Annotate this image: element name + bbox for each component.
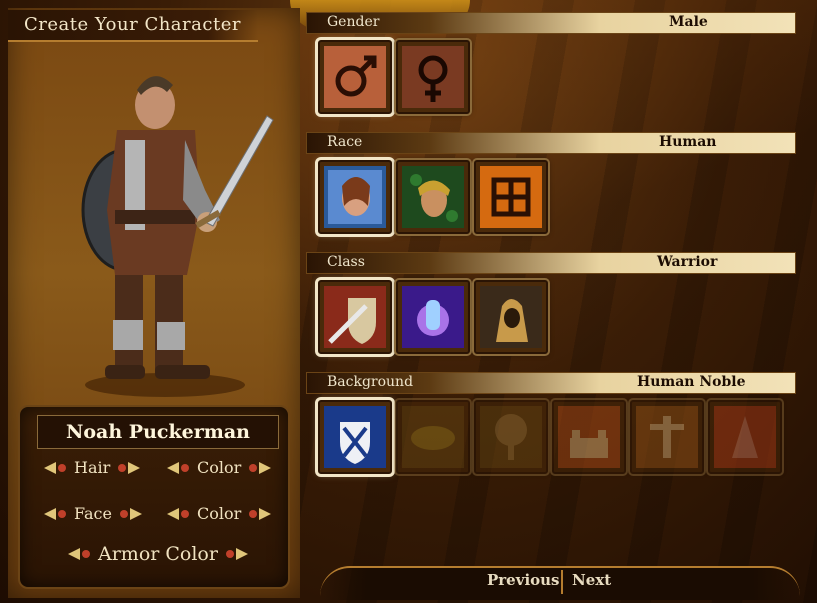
- navigation-bar: [320, 566, 800, 600]
- race-value: Human: [659, 134, 717, 150]
- background-option-2[interactable]: [396, 400, 470, 474]
- character-name-field[interactable]: Noah Puckerman: [37, 415, 279, 449]
- character-preview: [55, 60, 285, 400]
- elf-portrait-icon: [402, 166, 464, 228]
- face-label: Face: [74, 504, 112, 523]
- face-option[interactable]: Face: [42, 504, 144, 523]
- hair-color-label: Color: [197, 458, 242, 477]
- background-label: Background: [327, 374, 414, 390]
- face-color-option[interactable]: Color: [165, 504, 273, 523]
- forest-mask-icon: [402, 406, 464, 468]
- armor-color-label: Armor Color: [98, 543, 218, 565]
- human-portrait-icon: [324, 166, 386, 228]
- dwarf-portrait-icon: [480, 166, 542, 228]
- gender-female-option[interactable]: [396, 40, 470, 114]
- hair-prev-arrow-icon[interactable]: [42, 461, 68, 475]
- hair-color-option[interactable]: Color: [165, 458, 273, 477]
- background-value: Human Noble: [637, 374, 746, 390]
- gender-value: Male: [669, 14, 708, 30]
- class-header: Class Warrior: [306, 252, 796, 274]
- class-label: Class: [327, 254, 365, 270]
- background-option-4[interactable]: [552, 400, 626, 474]
- armor-color-option[interactable]: Armor Color: [66, 543, 250, 565]
- race-header: Race Human: [306, 132, 796, 154]
- previous-button[interactable]: Previous: [487, 571, 560, 589]
- race-human-option[interactable]: [318, 160, 392, 234]
- next-button[interactable]: Next: [572, 571, 611, 589]
- hair-color-next-arrow-icon[interactable]: [247, 461, 273, 475]
- class-value: Warrior: [657, 254, 718, 270]
- gender-header: Gender Male: [306, 12, 796, 34]
- class-rogue-option[interactable]: [474, 280, 548, 354]
- page-title: Create Your Character: [24, 14, 241, 35]
- background-option-3[interactable]: [474, 400, 548, 474]
- background-option-5[interactable]: [630, 400, 704, 474]
- magic-hand-icon: [402, 286, 464, 348]
- face-next-arrow-icon[interactable]: [118, 507, 144, 521]
- background-option-6[interactable]: [708, 400, 782, 474]
- hair-option[interactable]: Hair: [42, 458, 142, 477]
- race-dwarf-option[interactable]: [474, 160, 548, 234]
- hair-label: Hair: [74, 458, 111, 477]
- dwarf-glyph-icon: [636, 406, 698, 468]
- face-color-prev-arrow-icon[interactable]: [165, 507, 191, 521]
- mage-icon: [714, 406, 776, 468]
- class-mage-option[interactable]: [396, 280, 470, 354]
- sword-shield-icon: [324, 286, 386, 348]
- male-symbol-icon: [324, 46, 386, 108]
- armor-color-prev-arrow-icon[interactable]: [66, 547, 92, 561]
- race-elf-option[interactable]: [396, 160, 470, 234]
- face-color-label: Color: [197, 504, 242, 523]
- gender-male-option[interactable]: [318, 40, 392, 114]
- class-warrior-option[interactable]: [318, 280, 392, 354]
- hooded-rogue-icon: [480, 286, 542, 348]
- race-label: Race: [327, 134, 363, 150]
- hair-color-prev-arrow-icon[interactable]: [165, 461, 191, 475]
- gender-label: Gender: [327, 14, 380, 30]
- armor-color-next-arrow-icon[interactable]: [224, 547, 250, 561]
- female-symbol-icon: [402, 46, 464, 108]
- hair-next-arrow-icon[interactable]: [116, 461, 142, 475]
- noble-crest-icon: [324, 406, 386, 468]
- face-prev-arrow-icon[interactable]: [42, 507, 68, 521]
- background-header: Background Human Noble: [306, 372, 796, 394]
- tree-icon: [480, 406, 542, 468]
- nav-divider: [561, 570, 563, 594]
- castle-icon: [558, 406, 620, 468]
- face-color-next-arrow-icon[interactable]: [247, 507, 273, 521]
- background-noble-option[interactable]: [318, 400, 392, 474]
